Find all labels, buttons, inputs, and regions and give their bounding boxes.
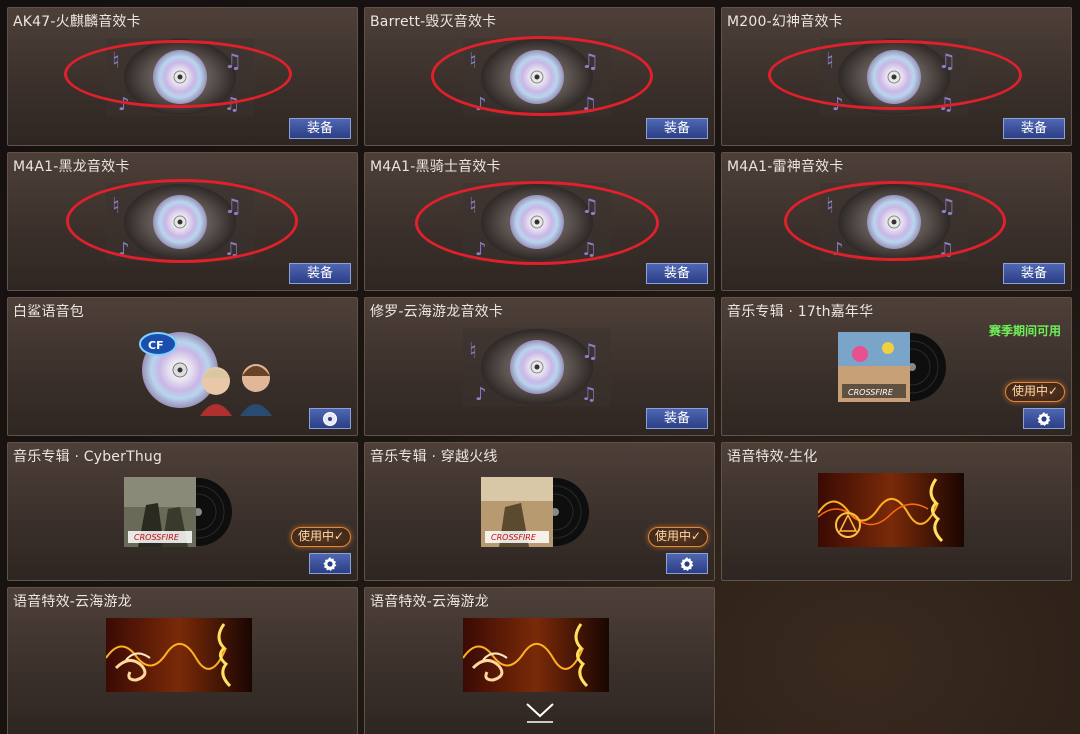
chevron-down-icon[interactable] bbox=[525, 700, 555, 724]
item-title: M4A1-雷神音效卡 bbox=[727, 159, 844, 175]
gear-icon bbox=[680, 556, 694, 571]
svg-text:♪: ♪ bbox=[832, 239, 844, 260]
sound-card-icon: ♮ ♫ ♪ ♫ bbox=[106, 183, 254, 261]
item-title: 音乐专辑 · 穿越火线 bbox=[370, 449, 498, 465]
item-grid: AK47-火麒麟音效卡 ♮ ♫ ♪ ♫ 装备 Barrett-毁灭音效卡 ♮ ♫… bbox=[7, 7, 1077, 734]
svg-text:CF: CF bbox=[148, 339, 164, 352]
item-title: 语音特效-生化 bbox=[727, 449, 818, 465]
svg-text:♫: ♫ bbox=[581, 194, 599, 218]
svg-text:♮: ♮ bbox=[112, 49, 120, 74]
disc-button[interactable] bbox=[309, 408, 351, 429]
svg-text:♮: ♮ bbox=[469, 49, 477, 74]
equip-button[interactable]: 装备 bbox=[289, 263, 351, 284]
item-card-shura-dragon[interactable]: 修罗-云海游龙音效卡 ♮ ♫ ♪ ♫ 装备 bbox=[364, 297, 715, 436]
settings-button[interactable] bbox=[1023, 408, 1065, 429]
item-card-voice-fx-dragon-1[interactable]: 语音特效-云海游龙 bbox=[7, 587, 358, 734]
svg-text:♮: ♮ bbox=[112, 194, 120, 219]
svg-text:♫: ♫ bbox=[581, 94, 597, 115]
item-title: 语音特效-云海游龙 bbox=[370, 594, 489, 610]
equip-button[interactable]: 装备 bbox=[646, 263, 708, 284]
item-card-ak47[interactable]: AK47-火麒麟音效卡 ♮ ♫ ♪ ♫ 装备 bbox=[7, 7, 358, 146]
sound-card-icon: ♮ ♫ ♪ ♫ bbox=[463, 328, 611, 406]
equip-button[interactable]: 装备 bbox=[646, 118, 708, 139]
item-card-m200[interactable]: M200-幻神音效卡 ♮ ♫ ♪ ♫ 装备 bbox=[721, 7, 1072, 146]
album-art: CROSSFIRE bbox=[124, 477, 232, 547]
settings-button[interactable] bbox=[309, 553, 351, 574]
item-card-album-17th[interactable]: 音乐专辑 · 17th嘉年华 赛季期间可用 CROSSFIRE 使用中✓ bbox=[721, 297, 1072, 436]
item-title: Barrett-毁灭音效卡 bbox=[370, 14, 497, 30]
svg-text:♫: ♫ bbox=[581, 239, 597, 260]
item-title: AK47-火麒麟音效卡 bbox=[13, 14, 141, 30]
svg-text:♪: ♪ bbox=[118, 94, 130, 115]
svg-text:♮: ♮ bbox=[826, 49, 834, 74]
svg-text:CROSSFIRE: CROSSFIRE bbox=[134, 533, 180, 542]
item-title: M4A1-黑龙音效卡 bbox=[13, 159, 130, 175]
voice-effect-art bbox=[106, 618, 252, 692]
svg-text:CROSSFIRE: CROSSFIRE bbox=[848, 388, 894, 397]
gear-icon bbox=[1037, 411, 1051, 426]
item-card-voice-fx-biochem[interactable]: 语音特效-生化 bbox=[721, 442, 1072, 581]
svg-text:♪: ♪ bbox=[475, 239, 487, 260]
item-title: M4A1-黑骑士音效卡 bbox=[370, 159, 501, 175]
svg-text:♫: ♫ bbox=[938, 194, 956, 218]
voice-effect-art bbox=[818, 473, 964, 547]
in-use-badge: 使用中✓ bbox=[648, 527, 708, 547]
svg-text:♫: ♫ bbox=[581, 49, 599, 73]
item-card-m4a1-thor[interactable]: M4A1-雷神音效卡 ♮ ♫ ♪ ♫ 装备 bbox=[721, 152, 1072, 291]
svg-text:♪: ♪ bbox=[832, 94, 844, 115]
item-card-album-crossfire[interactable]: 音乐专辑 · 穿越火线 CROSSFIRE 使用中✓ bbox=[364, 442, 715, 581]
item-title: M200-幻神音效卡 bbox=[727, 14, 843, 30]
item-title: 白鲨语音包 bbox=[13, 304, 84, 320]
svg-text:♮: ♮ bbox=[469, 339, 477, 364]
svg-text:♪: ♪ bbox=[475, 384, 487, 405]
svg-text:CROSSFIRE: CROSSFIRE bbox=[491, 533, 537, 542]
sound-card-icon: ♮ ♫ ♪ ♫ bbox=[463, 38, 611, 116]
item-title: 语音特效-云海游龙 bbox=[13, 594, 132, 610]
item-card-m4a1-black-dragon[interactable]: M4A1-黑龙音效卡 ♮ ♫ ♪ ♫ 装备 bbox=[7, 152, 358, 291]
voice-effect-art bbox=[463, 618, 609, 692]
gear-icon bbox=[323, 556, 337, 571]
svg-text:♮: ♮ bbox=[469, 194, 477, 219]
svg-text:♮: ♮ bbox=[826, 194, 834, 219]
svg-text:♫: ♫ bbox=[938, 239, 954, 260]
equip-button[interactable]: 装备 bbox=[289, 118, 351, 139]
album-art: CROSSFIRE bbox=[838, 332, 946, 402]
svg-text:♫: ♫ bbox=[581, 339, 599, 363]
sound-card-icon: ♮ ♫ ♪ ♫ bbox=[463, 183, 611, 261]
in-use-badge: 使用中✓ bbox=[1005, 382, 1065, 402]
item-title: 音乐专辑 · 17th嘉年华 bbox=[727, 304, 874, 320]
equip-button[interactable]: 装备 bbox=[1003, 118, 1065, 139]
svg-text:♪: ♪ bbox=[475, 94, 487, 115]
item-card-white-shark-voice[interactable]: 白鲨语音包 CF bbox=[7, 297, 358, 436]
equip-button[interactable]: 装备 bbox=[1003, 263, 1065, 284]
item-title: 音乐专辑 · CyberThug bbox=[13, 449, 163, 465]
album-art: CROSSFIRE bbox=[481, 477, 589, 547]
in-use-badge: 使用中✓ bbox=[291, 527, 351, 547]
svg-text:♫: ♫ bbox=[581, 384, 597, 405]
disc-icon bbox=[323, 411, 337, 426]
item-card-m4a1-black-knight[interactable]: M4A1-黑骑士音效卡 ♮ ♫ ♪ ♫ 装备 bbox=[364, 152, 715, 291]
svg-text:♫: ♫ bbox=[224, 49, 242, 73]
sound-card-icon: ♮ ♫ ♪ ♫ bbox=[106, 38, 254, 116]
svg-text:♪: ♪ bbox=[118, 239, 130, 260]
svg-text:♫: ♫ bbox=[224, 94, 240, 115]
equip-button[interactable]: 装备 bbox=[646, 408, 708, 429]
svg-text:♫: ♫ bbox=[938, 49, 956, 73]
settings-button[interactable] bbox=[666, 553, 708, 574]
sound-card-icon: ♮ ♫ ♪ ♫ bbox=[820, 38, 968, 116]
voice-pack-art: CF bbox=[139, 332, 272, 416]
svg-text:♫: ♫ bbox=[224, 239, 240, 260]
item-card-barrett[interactable]: Barrett-毁灭音效卡 ♮ ♫ ♪ ♫ 装备 bbox=[364, 7, 715, 146]
item-card-album-cyberthug[interactable]: 音乐专辑 · CyberThug CROSSFIRE 使用中✓ bbox=[7, 442, 358, 581]
item-title: 修罗-云海游龙音效卡 bbox=[370, 304, 504, 320]
svg-text:♫: ♫ bbox=[224, 194, 242, 218]
sound-card-icon: ♮ ♫ ♪ ♫ bbox=[820, 183, 968, 261]
season-availability-label: 赛季期间可用 bbox=[988, 324, 1061, 338]
svg-text:♫: ♫ bbox=[938, 94, 954, 115]
